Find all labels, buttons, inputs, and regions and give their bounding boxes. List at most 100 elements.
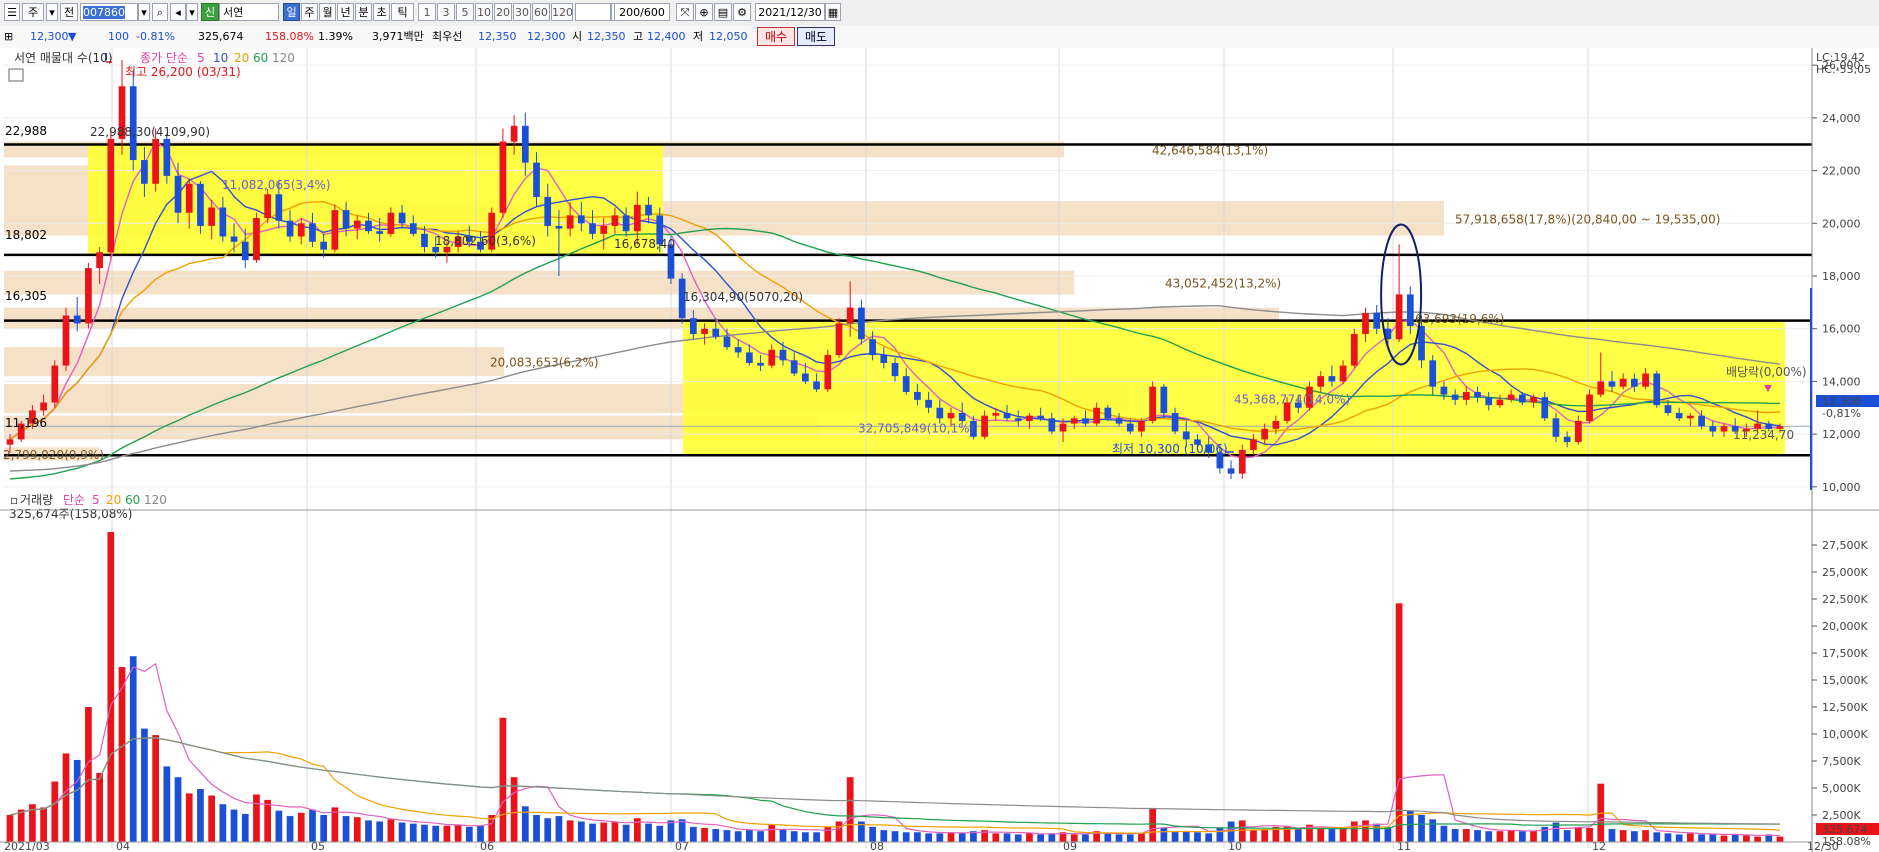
volume-bar: [432, 825, 440, 842]
candle-body: [1048, 418, 1056, 432]
volume-bar: [1014, 834, 1022, 842]
candle-body: [846, 307, 854, 324]
interval-10-label: 10: [477, 6, 491, 19]
all-button[interactable]: 전: [60, 3, 78, 21]
volume-pin-icon: ▫: [10, 493, 18, 507]
interval-120[interactable]: 120: [551, 3, 573, 21]
ex-dividend-label: 배당락(0,00%): [1726, 365, 1807, 379]
volume-bar: [1227, 821, 1235, 842]
stock-name-field[interactable]: 서연: [219, 3, 279, 21]
period-month[interactable]: 월: [319, 3, 336, 21]
period-minute[interactable]: 분: [355, 3, 372, 21]
period-tick[interactable]: 틱: [391, 3, 414, 21]
interval-20[interactable]: 20: [494, 3, 512, 21]
volume-profile-label: 20,083,653(6,2%): [490, 356, 599, 370]
candle-body: [1541, 397, 1549, 419]
candle-body: [73, 315, 81, 324]
zoom-in-icon[interactable]: ⊕: [695, 3, 713, 21]
history-dropdown-icon[interactable]: ▾: [186, 3, 198, 21]
volume-bar: [1149, 808, 1157, 842]
compare-icon[interactable]: ▤: [714, 3, 732, 21]
period-year[interactable]: 년: [337, 3, 354, 21]
candle-body: [723, 336, 731, 348]
ma-5-label: 5: [197, 51, 205, 65]
volume-bar: [1664, 833, 1672, 842]
candle-body: [1462, 391, 1470, 400]
market-dropdown-icon[interactable]: ▾: [46, 3, 58, 21]
calendar-icon[interactable]: ▦: [825, 3, 841, 21]
candle-body: [1709, 426, 1717, 432]
volume-bar: [376, 821, 384, 842]
interval-60[interactable]: 60: [532, 3, 550, 21]
buy-button[interactable]: 매수: [757, 27, 795, 46]
volume-bar: [51, 781, 59, 842]
candle-body: [297, 223, 305, 237]
volume-profile-label: 11,082,065(3,4%): [222, 178, 331, 192]
best-bid: 12,300: [527, 30, 566, 43]
candle-body: [768, 349, 776, 366]
period-second[interactable]: 초: [373, 3, 390, 21]
volume-bar: [734, 831, 742, 842]
candle-body: [1014, 418, 1022, 421]
volume-bar: [443, 825, 451, 842]
volume-bar: [1720, 835, 1728, 842]
candle-body: [1530, 397, 1537, 403]
search-icon[interactable]: ⌕: [152, 3, 168, 21]
candle-body: [387, 212, 395, 234]
interval-5[interactable]: 5: [456, 3, 474, 21]
volume-profile-label: 43,052,452(13,2%): [1165, 277, 1281, 291]
volume-bar: [17, 809, 25, 842]
volume-profile-label: 45,368,774(14,0%): [1234, 393, 1350, 407]
price-chart[interactable]: 서연 매물대 수(10) 종가 단순 5 10 20 60 120 LC:19,…: [0, 48, 1879, 852]
volume-bar: [925, 833, 932, 842]
current-price: 12,300: [30, 30, 69, 43]
sell-button[interactable]: 매도: [797, 27, 835, 46]
volume-bar: [241, 813, 249, 842]
code-dropdown-icon[interactable]: ▾: [138, 3, 150, 21]
volume-bar: [958, 833, 966, 842]
volume-bar: [1653, 832, 1661, 842]
period-day[interactable]: 일: [283, 3, 300, 21]
candle-body: [320, 241, 328, 250]
candle-body: [398, 212, 406, 224]
table-toggle-icon[interactable]: [8, 68, 24, 82]
interval-3[interactable]: 3: [437, 3, 455, 21]
volume-bar: [914, 832, 921, 842]
candle-body: [1518, 394, 1526, 403]
volume-bar: [1037, 834, 1044, 842]
chart-menu-icon[interactable]: ☰: [4, 3, 20, 21]
volume-bar: [174, 777, 182, 842]
bar-count-input[interactable]: 200/600: [614, 3, 670, 21]
volume-bar: [1418, 815, 1425, 842]
volume-bar: [421, 824, 428, 842]
prev-stock-icon[interactable]: ◂: [170, 3, 186, 21]
volume-ma-20-label: 20: [106, 493, 121, 507]
candle-body: [1227, 468, 1235, 474]
volume-bar: [802, 832, 809, 842]
indicator-title: 서연 매물대 수(10): [14, 51, 113, 65]
volume-tick-label: 17,500K: [1822, 647, 1868, 660]
interval-30[interactable]: 30: [513, 3, 531, 21]
price-tick-label: 26,000: [1822, 59, 1861, 72]
date-input[interactable]: 2021/12/30: [755, 3, 825, 21]
market-select[interactable]: 주: [22, 3, 44, 21]
crosshair-icon[interactable]: ⤧: [676, 3, 694, 21]
candle-body: [1350, 333, 1358, 366]
candle-body: [1720, 426, 1728, 432]
gear-icon[interactable]: ⚙: [733, 3, 751, 21]
candle-body: [409, 223, 417, 234]
candle-body: [365, 220, 372, 232]
volume-bar: [398, 822, 406, 842]
volume-bar: [1631, 831, 1638, 842]
volume-bar: [1339, 827, 1347, 842]
candle-body: [1698, 415, 1705, 427]
interval-custom-input[interactable]: [575, 3, 611, 21]
period-week[interactable]: 주: [301, 3, 318, 21]
volume-ma-prefix: 단순: [63, 493, 85, 507]
candle-body: [421, 233, 428, 248]
interval-10[interactable]: 10: [475, 3, 493, 21]
stock-code-input[interactable]: 007860: [80, 3, 138, 21]
interval-1[interactable]: 1: [418, 3, 436, 21]
volume-bar: [1160, 827, 1168, 842]
volume-bar: [107, 532, 115, 842]
